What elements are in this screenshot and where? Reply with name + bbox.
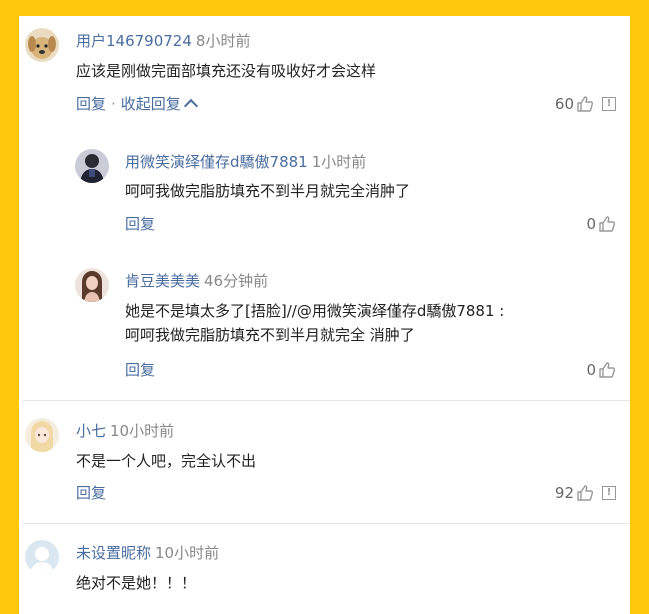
- thumbs-up-icon: [577, 485, 594, 501]
- thumbs-up-icon: [599, 216, 616, 232]
- collapse-replies-button[interactable]: 收起回复: [120, 95, 198, 114]
- like-count: 60: [554, 95, 574, 113]
- timestamp: 1小时前: [311, 153, 367, 171]
- default-avatar[interactable]: [25, 540, 59, 574]
- like-button[interactable]: 0: [586, 215, 616, 233]
- divider: [23, 400, 630, 401]
- comment-header: 肯豆美美美 46分钟前: [125, 271, 268, 291]
- comment-panel: 用户146790724 8小时前 应该是刚做完面部填充还没有吸收好才会这样 回复 ·…: [19, 16, 630, 614]
- comment-header: 用微笑演绎僅存d驕傲7881 1小时前: [125, 152, 366, 172]
- person-dark-avatar[interactable]: [75, 149, 109, 183]
- collapse-replies-label: 收起回复: [120, 95, 181, 113]
- comment-actions: 回复: [125, 360, 155, 380]
- like-count: 0: [586, 215, 596, 233]
- like-button[interactable]: 60: [555, 95, 594, 113]
- reply-button[interactable]: 回复: [76, 95, 106, 113]
- comment-text: 绝对不是她！！！: [76, 574, 197, 592]
- username[interactable]: 用微笑演绎僅存d驕傲7881: [125, 153, 308, 171]
- comment-meta: 60 !: [555, 94, 616, 114]
- username[interactable]: 肯豆美美美: [125, 272, 200, 290]
- comment-header: 小七 10小时前: [76, 421, 174, 441]
- dog-avatar[interactable]: [25, 28, 59, 62]
- girl-avatar[interactable]: [75, 268, 109, 302]
- anime-girl-avatar[interactable]: [25, 418, 59, 452]
- username[interactable]: 小七: [76, 422, 106, 440]
- thumbs-up-icon: [577, 96, 594, 112]
- reply-button[interactable]: 回复: [125, 361, 155, 379]
- reply-button[interactable]: 回复: [76, 484, 106, 502]
- divider: [23, 523, 630, 524]
- like-count: 0: [586, 361, 596, 379]
- like-count: 92: [554, 484, 574, 502]
- report-icon[interactable]: !: [602, 486, 616, 500]
- separator-dot: ·: [111, 95, 116, 113]
- timestamp: 10小时前: [110, 422, 175, 440]
- comment-meta: 92 !: [555, 483, 616, 503]
- username[interactable]: 未设置昵称: [76, 544, 151, 562]
- comment-text-line-2: 呵呵我做完脂肪填充不到半月就完全 消肿了: [125, 326, 415, 344]
- comment-header: 未设置昵称 10小时前: [76, 543, 219, 563]
- comment-text-line-1: 她是不是填太多了[捂脸]//@用微笑演绎僅存d驕傲7881 :: [125, 302, 505, 320]
- thumbs-up-icon: [599, 362, 616, 378]
- like-button[interactable]: 92: [555, 484, 594, 502]
- timestamp: 10小时前: [155, 544, 220, 562]
- comment-text: 呵呵我做完脂肪填充不到半月就完全消肿了: [125, 182, 411, 200]
- comment-actions: 回复 · 收起回复: [76, 94, 198, 114]
- username[interactable]: 用户146790724: [76, 32, 192, 50]
- comment-actions: 回复: [125, 214, 155, 234]
- comment-text: 不是一个人吧，完全认不出: [76, 452, 257, 470]
- timestamp: 8小时前: [195, 32, 251, 50]
- like-button[interactable]: 0: [586, 361, 616, 379]
- comment-meta: 0: [586, 360, 616, 380]
- report-icon[interactable]: !: [602, 97, 616, 111]
- chevron-up-icon: [183, 98, 198, 114]
- comment-header: 用户146790724 8小时前: [76, 31, 250, 51]
- comment-text: 应该是刚做完面部填充还没有吸收好才会这样: [76, 62, 377, 80]
- comment-meta: 0: [586, 214, 616, 234]
- reply-button[interactable]: 回复: [125, 215, 155, 233]
- comment-actions: 回复: [76, 483, 106, 503]
- timestamp: 46分钟前: [204, 272, 269, 290]
